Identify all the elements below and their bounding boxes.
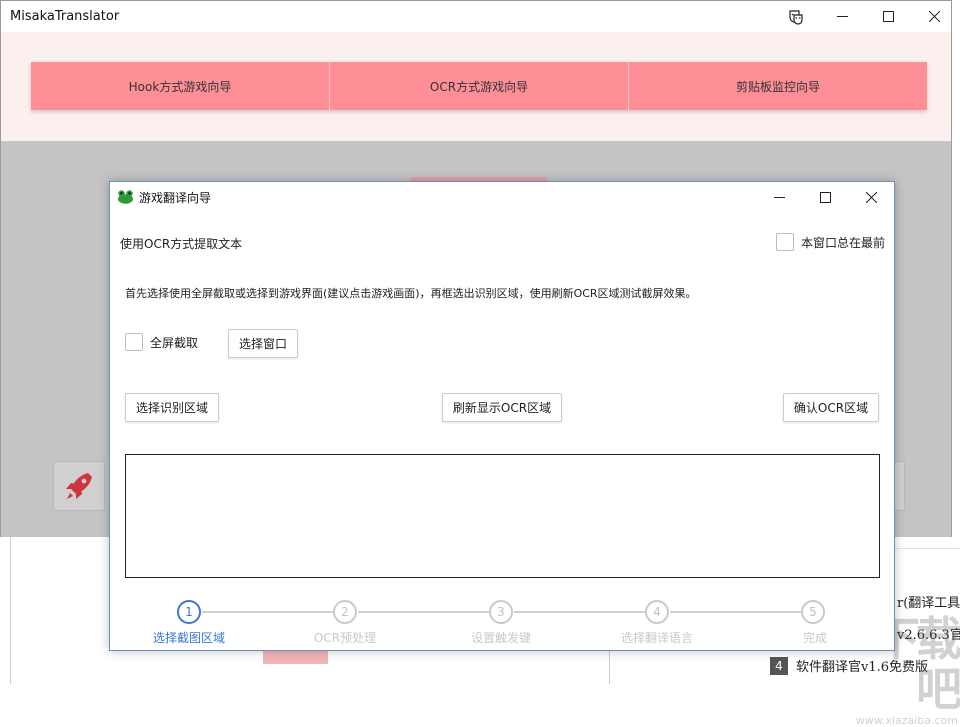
step-connector (514, 611, 657, 613)
step-connector (670, 611, 813, 613)
fullscreen-capture-checkbox[interactable] (125, 333, 143, 351)
app-title: MisakaTranslator (10, 9, 120, 24)
select-window-button[interactable]: 选择窗口 (228, 329, 298, 358)
fullscreen-capture-label: 全屏截取 (150, 335, 199, 350)
step-2-indicator: 2 (333, 600, 357, 624)
app-minimize-button[interactable] (819, 1, 865, 32)
dialog-close-button[interactable] (848, 182, 894, 212)
dialog-title: 游戏翻译向导 (139, 191, 212, 205)
select-region-button[interactable]: 选择识别区域 (125, 393, 219, 422)
fullscreen-capture-option[interactable]: 全屏截取 (125, 333, 198, 351)
maximize-icon (882, 11, 894, 22)
step-5-indicator: 5 (801, 600, 825, 624)
dialog-maximize-button[interactable] (802, 182, 848, 212)
app-maximize-button[interactable] (865, 1, 911, 32)
app-close-button[interactable] (911, 1, 957, 32)
close-icon (928, 11, 940, 22)
wizard-dialog: 游戏翻译向导 使用OCR方式提取文本 本窗口总在最前 首先选择使用全屏截取或选择… (109, 181, 895, 651)
minimize-icon (773, 196, 785, 198)
step-3-label: 设置触发键 (470, 631, 532, 645)
minimize-icon (836, 16, 848, 17)
step-4-label: 选择翻译语言 (620, 631, 694, 645)
step-connector (358, 611, 501, 613)
step-3-indicator: 3 (489, 600, 513, 624)
rocket-icon (66, 473, 92, 499)
ocr-preview-area (125, 454, 880, 578)
app-icon[interactable] (773, 1, 819, 32)
close-icon (865, 191, 877, 203)
wizard-button-group: Hook方式游戏向导 OCR方式游戏向导 剪贴板监控向导 (31, 62, 927, 110)
dialog-minimize-button[interactable] (756, 182, 802, 212)
always-on-top-label: 本窗口总在最前 (801, 235, 886, 250)
step-4-indicator: 4 (645, 600, 669, 624)
always-on-top-option[interactable]: 本窗口总在最前 (776, 233, 885, 251)
clipboard-wizard-button[interactable]: 剪贴板监控向导 (629, 62, 927, 110)
maximize-icon (819, 191, 831, 203)
ocr-wizard-button[interactable]: OCR方式游戏向导 (330, 62, 629, 110)
frog-icon (118, 190, 133, 204)
confirm-ocr-region-button[interactable]: 确认OCR区域 (783, 393, 879, 422)
watermark-url: www.xiazaiba.com (855, 714, 958, 727)
step-5-label: 完成 (802, 631, 828, 645)
always-on-top-checkbox[interactable] (776, 233, 794, 251)
rank-badge: 4 (770, 656, 788, 675)
hook-wizard-button[interactable]: Hook方式游戏向导 (31, 62, 330, 110)
step-2-label: OCR预处理 (313, 631, 377, 645)
refresh-ocr-region-button[interactable]: 刷新显示OCR区域 (442, 393, 562, 422)
wizard-stepper: 1 2 3 4 5 选择截图区域 OCR预处理 设置触发键 选择翻译语言 完成 (110, 599, 894, 649)
dialog-subtitle: 使用OCR方式提取文本 (120, 237, 243, 251)
background-pink-block (263, 650, 328, 664)
main-titlebar: MisakaTranslator (1, 1, 951, 32)
step-1-label: 选择截图区域 (152, 631, 226, 645)
launch-tile[interactable] (53, 461, 105, 511)
background-divider-left (10, 537, 11, 684)
step-1-indicator: 1 (177, 600, 201, 624)
background-list-item[interactable]: r(翻译工具 (897, 592, 960, 611)
instruction-text: 首先选择使用全屏截取或选择到游戏界面(建议点击游戏画面)，再框选出识别区域，使用… (125, 287, 697, 300)
dialog-titlebar: 游戏翻译向导 (110, 182, 894, 212)
theater-mask-icon (789, 9, 803, 25)
step-connector (202, 611, 345, 613)
